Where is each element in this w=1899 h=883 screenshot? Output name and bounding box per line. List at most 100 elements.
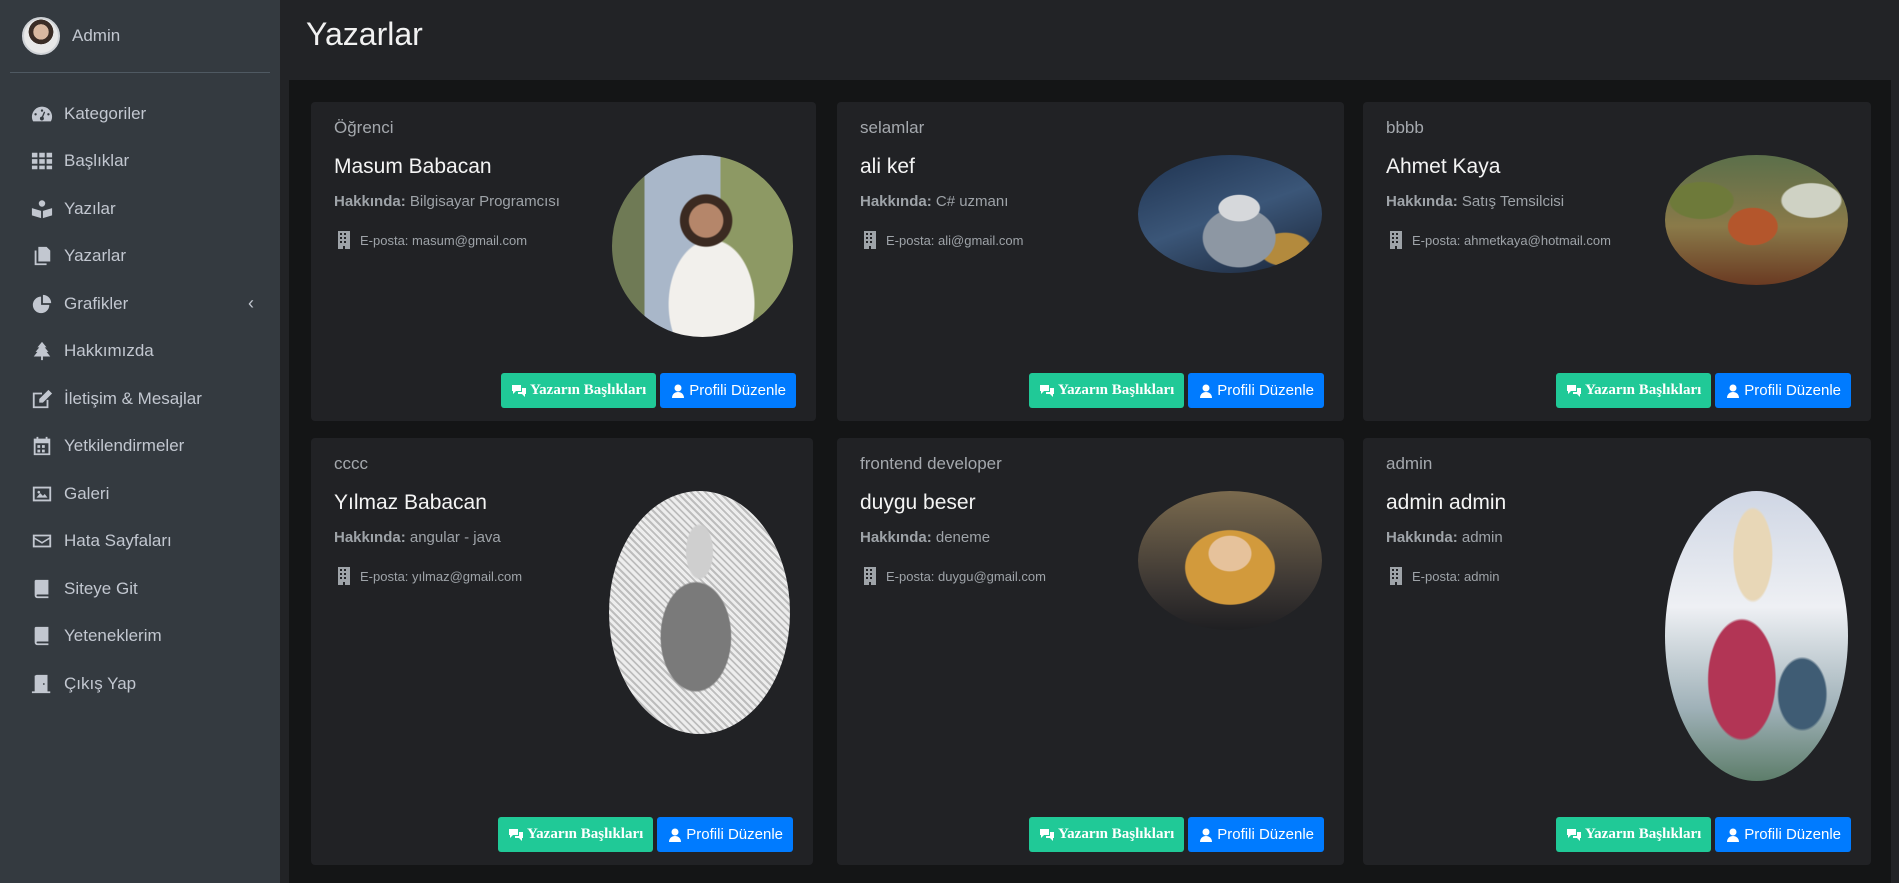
envelope-icon (30, 531, 54, 551)
edit-profile-button[interactable]: Profili Düzenle (1715, 373, 1851, 408)
writer-titles-button[interactable]: Yazarın Başlıkları (1029, 817, 1185, 852)
main-content: Yazarlar Öğrenci Masum Babacan Hakkında:… (280, 0, 1899, 883)
about-value: Satış Temsilcisi (1461, 193, 1565, 210)
comments-icon (512, 384, 527, 397)
chevron-left-icon[interactable]: ‹ (248, 293, 254, 314)
sidebar-item-siteye-git[interactable]: Siteye Git (0, 565, 280, 613)
comments-icon (1040, 828, 1055, 841)
about-label: Hakkında: (860, 529, 932, 546)
writers-grid: Öğrenci Masum Babacan Hakkında: Bilgisay… (289, 80, 1891, 883)
sidebar-item-hakkimizda[interactable]: Hakkımızda (0, 328, 280, 376)
sidebar-item-label: Yazılar (64, 198, 116, 218)
writer-name: duygu beser (860, 491, 976, 514)
comments-icon (1567, 828, 1582, 841)
email-value: admin (1464, 568, 1500, 584)
email-label: E-posta: (1412, 568, 1461, 584)
writer-card: frontend developer duygu beser Hakkında:… (837, 438, 1344, 865)
building-icon (338, 231, 350, 249)
sidebar-item-iletisim[interactable]: İletişim & Mesajlar (0, 375, 280, 423)
sidebar-item-kategoriler[interactable]: Kategoriler (0, 90, 280, 138)
card-actions: Yazarın Başlıkları Profili Düzenle (1556, 817, 1851, 852)
button-label: Profili Düzenle (1744, 826, 1841, 843)
sidebar-item-yazarlar[interactable]: Yazarlar (0, 233, 280, 281)
email-label: E-posta: (360, 232, 409, 248)
writer-titles-button[interactable]: Yazarın Başlıkları (498, 817, 654, 852)
button-label: Yazarın Başlıkları (527, 826, 644, 842)
comments-icon (509, 828, 524, 841)
edit-icon (30, 389, 54, 409)
about-value: admin (1461, 529, 1503, 546)
writer-titles-button[interactable]: Yazarın Başlıkları (1029, 373, 1185, 408)
sidebar-item-hata-sayfalari[interactable]: Hata Sayfaları (0, 518, 280, 566)
sidebar-item-basliklar[interactable]: Başlıklar (0, 138, 280, 186)
sidebar-item-cikis[interactable]: Çıkış Yap (0, 660, 280, 708)
card-actions: Yazarın Başlıkları Profili Düzenle (501, 373, 796, 408)
card-header: selamlar (860, 118, 925, 137)
door-icon (30, 674, 54, 694)
email-label: E-posta: (886, 232, 935, 248)
writer-card: bbbb Ahmet Kaya Hakkında: Satış Temsilci… (1363, 102, 1871, 421)
comments-icon (1567, 384, 1582, 397)
user-avatar (22, 17, 60, 55)
email-label: E-posta: (1412, 232, 1461, 248)
writer-titles-button[interactable]: Yazarın Başlıkları (1556, 817, 1712, 852)
building-icon (1390, 231, 1402, 249)
sidebar-item-yazilar[interactable]: Yazılar (0, 185, 280, 233)
writer-titles-button[interactable]: Yazarın Başlıkları (501, 373, 657, 408)
email-value: ahmetkaya@hotmail.com (1464, 232, 1611, 248)
edit-profile-button[interactable]: Profili Düzenle (660, 373, 796, 408)
about-label: Hakkında: (334, 193, 406, 210)
button-label: Profili Düzenle (1744, 382, 1841, 399)
card-actions: Yazarın Başlıkları Profili Düzenle (1556, 373, 1851, 408)
writer-titles-button[interactable]: Yazarın Başlıkları (1556, 373, 1712, 408)
sidebar-item-yeteneklerim[interactable]: Yeteneklerim (0, 613, 280, 661)
user-icon (1727, 384, 1740, 398)
sidebar-item-label: Galeri (64, 483, 110, 503)
copy-icon (30, 246, 54, 266)
card-header: frontend developer (860, 454, 1002, 473)
about-value: angular - java (409, 529, 501, 546)
email-value: yılmaz@gmail.com (412, 568, 523, 584)
book-reader-icon (30, 199, 54, 219)
comments-icon (1040, 384, 1055, 397)
sidebar-item-label: Hakkımızda (64, 341, 154, 361)
button-label: Yazarın Başlıkları (1058, 826, 1175, 842)
user-icon (672, 384, 685, 398)
writer-email: E-posta: duygu@gmail.com (863, 567, 1046, 585)
card-header: admin (1386, 454, 1433, 473)
sidebar-item-yetkilendirmeler[interactable]: Yetkilendirmeler (0, 423, 280, 471)
card-actions: Yazarın Başlıkları Profili Düzenle (1029, 373, 1324, 408)
writer-about: Hakkında: Satış Temsilcisi (1386, 193, 1564, 210)
writer-card: Öğrenci Masum Babacan Hakkında: Bilgisay… (311, 102, 816, 421)
edit-profile-button[interactable]: Profili Düzenle (1188, 373, 1324, 408)
edit-profile-button[interactable]: Profili Düzenle (1715, 817, 1851, 852)
writer-name: Yılmaz Babacan (334, 491, 487, 514)
book-icon (30, 626, 54, 646)
sidebar-item-galeri[interactable]: Galeri (0, 470, 280, 518)
writer-card: selamlar ali kef Hakkında: C# uzmanı E-p… (837, 102, 1344, 421)
sidebar-nav: Kategoriler Başlıklar Yazılar Yazarlar G… (0, 73, 280, 708)
email-label: E-posta: (886, 568, 935, 584)
sidebar-item-label: Grafikler (64, 293, 129, 313)
sidebar-item-label: Yeteneklerim (64, 626, 162, 646)
user-icon (669, 828, 682, 842)
card-actions: Yazarın Başlıkları Profili Düzenle (1029, 817, 1324, 852)
user-panel[interactable]: Admin (10, 0, 270, 73)
writer-about: Hakkında: angular - java (334, 529, 501, 546)
edit-profile-button[interactable]: Profili Düzenle (657, 817, 793, 852)
button-label: Profili Düzenle (1217, 826, 1314, 843)
writer-name: admin admin (1386, 491, 1507, 514)
about-value: Bilgisayar Programcısı (409, 193, 560, 210)
card-header: Öğrenci (334, 118, 394, 137)
edit-profile-button[interactable]: Profili Düzenle (1188, 817, 1324, 852)
button-label: Yazarın Başlıkları (1585, 382, 1702, 398)
sidebar-item-label: Başlıklar (64, 151, 130, 171)
writer-card: cccc Yılmaz Babacan Hakkında: angular - … (311, 438, 813, 865)
user-icon (1200, 828, 1213, 842)
card-header: bbbb (1386, 118, 1424, 137)
writer-name: ali kef (860, 155, 915, 178)
building-icon (338, 567, 350, 585)
sidebar-item-grafikler[interactable]: Grafikler ‹ (0, 280, 280, 328)
building-icon (864, 567, 876, 585)
book-icon (30, 579, 54, 599)
